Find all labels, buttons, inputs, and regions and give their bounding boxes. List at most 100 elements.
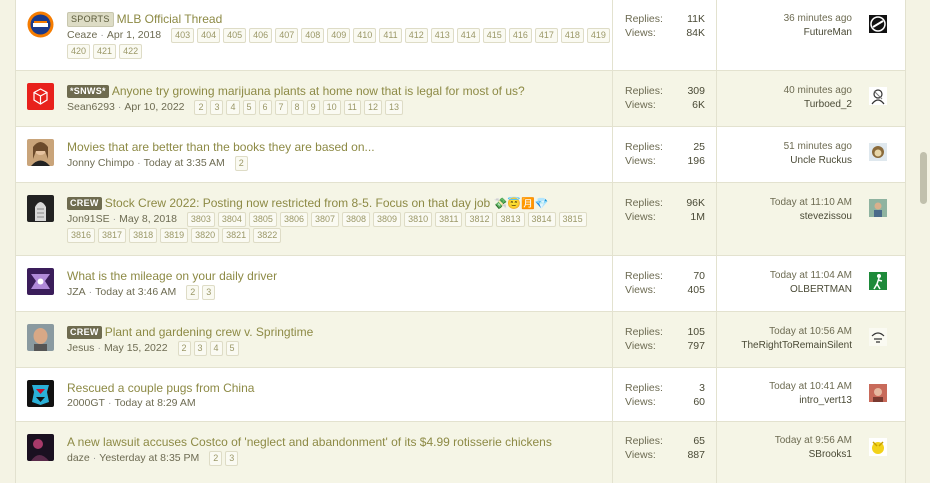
thread-date[interactable]: May 15, 2022 bbox=[104, 342, 168, 354]
page-link[interactable]: 4 bbox=[209, 341, 223, 356]
person-photo-icon[interactable] bbox=[869, 199, 887, 217]
yellow-bird-icon[interactable] bbox=[869, 438, 887, 456]
thread-date[interactable]: Yesterday at 8:35 PM bbox=[99, 452, 199, 464]
page-link[interactable]: 12 bbox=[363, 100, 382, 115]
page-link[interactable]: 10 bbox=[322, 100, 341, 115]
page-link[interactable]: 415 bbox=[482, 28, 506, 43]
thread-author[interactable]: JZA bbox=[67, 286, 86, 298]
page-link[interactable]: 3803 bbox=[186, 212, 215, 227]
last-post-time[interactable]: Today at 9:56 AM bbox=[731, 434, 852, 448]
page-link[interactable]: 3822 bbox=[253, 228, 282, 243]
page-link[interactable]: 3819 bbox=[160, 228, 189, 243]
dark-photo-icon[interactable] bbox=[27, 434, 54, 461]
page-link[interactable]: 3807 bbox=[310, 212, 339, 227]
page-link[interactable]: 3804 bbox=[217, 212, 246, 227]
thread-title[interactable]: MLB Official Thread bbox=[117, 12, 223, 26]
thread-prefix[interactable]: CREW bbox=[67, 197, 102, 210]
green-figure-icon[interactable] bbox=[869, 272, 887, 290]
page-link[interactable]: 2 bbox=[209, 451, 223, 466]
thread-date[interactable]: Apr 10, 2022 bbox=[124, 101, 184, 113]
thread-date[interactable]: Today at 3:46 AM bbox=[95, 286, 176, 298]
thread-title[interactable]: Plant and gardening crew v. Springtime bbox=[105, 325, 314, 339]
thread-title[interactable]: Anyone try growing marijuana plants at h… bbox=[112, 84, 525, 98]
page-link[interactable]: 406 bbox=[249, 28, 273, 43]
page-link[interactable]: 3 bbox=[225, 451, 239, 466]
page-link[interactable]: 5 bbox=[242, 100, 256, 115]
page-link[interactable]: 409 bbox=[327, 28, 351, 43]
thread-prefix[interactable]: SPORTS bbox=[67, 12, 114, 27]
last-post-user[interactable]: intro_vert13 bbox=[731, 394, 852, 408]
thread-title[interactable]: What is the mileage on your daily driver bbox=[67, 269, 277, 283]
thread-author[interactable]: Jesus bbox=[67, 342, 94, 354]
page-link[interactable]: 3 bbox=[193, 341, 207, 356]
page-link[interactable]: 3814 bbox=[527, 212, 556, 227]
page-link[interactable]: 3810 bbox=[404, 212, 433, 227]
thread-title[interactable]: Stock Crew 2022: Posting now restricted … bbox=[105, 196, 491, 210]
last-post-time[interactable]: 36 minutes ago bbox=[731, 12, 852, 26]
last-post-time[interactable]: Today at 11:04 AM bbox=[731, 269, 852, 283]
sketch-avatar-icon[interactable] bbox=[869, 328, 887, 346]
page-link[interactable]: 422 bbox=[119, 44, 143, 59]
man-photo-icon[interactable] bbox=[27, 324, 54, 351]
page-link[interactable]: 414 bbox=[456, 28, 480, 43]
last-post-user[interactable]: Turboed_2 bbox=[731, 98, 852, 112]
red-cube-icon[interactable] bbox=[27, 83, 54, 110]
page-link[interactable]: 2 bbox=[177, 341, 191, 356]
thread-prefix[interactable]: *SNWS* bbox=[67, 85, 109, 98]
statue-photo-icon[interactable] bbox=[27, 195, 54, 222]
last-post-user[interactable]: SBrooks1 bbox=[731, 448, 852, 462]
last-post-time[interactable]: Today at 11:10 AM bbox=[731, 196, 852, 210]
circle-logo-icon[interactable] bbox=[869, 15, 887, 33]
page-link[interactable]: 4 bbox=[226, 100, 240, 115]
transformer-logo-icon[interactable] bbox=[27, 380, 54, 407]
page-link[interactable]: 3812 bbox=[465, 212, 494, 227]
page-link[interactable]: 407 bbox=[275, 28, 299, 43]
last-post-time[interactable]: 51 minutes ago bbox=[731, 140, 852, 154]
page-link[interactable]: 2 bbox=[194, 100, 208, 115]
page-link[interactable]: 416 bbox=[508, 28, 532, 43]
page-link[interactable]: 7 bbox=[274, 100, 288, 115]
last-post-time[interactable]: 40 minutes ago bbox=[731, 84, 852, 98]
mets-logo-icon[interactable] bbox=[27, 11, 54, 38]
page-link[interactable]: 8 bbox=[290, 100, 304, 115]
thread-date[interactable]: Apr 1, 2018 bbox=[107, 29, 161, 41]
page-link[interactable]: 5 bbox=[225, 341, 239, 356]
scrollbar-track[interactable] bbox=[914, 0, 930, 483]
page-link[interactable]: 410 bbox=[353, 28, 377, 43]
thread-date[interactable]: Today at 8:29 AM bbox=[114, 397, 195, 409]
page-link[interactable]: 412 bbox=[404, 28, 428, 43]
thread-date[interactable]: Today at 3:35 AM bbox=[144, 157, 225, 169]
page-link[interactable]: 3808 bbox=[342, 212, 371, 227]
last-post-user[interactable]: TheRightToRemainSilent bbox=[731, 339, 852, 353]
page-link[interactable]: 6 bbox=[258, 100, 272, 115]
last-post-user[interactable]: Uncle Ruckus bbox=[731, 154, 852, 168]
page-link[interactable]: 403 bbox=[171, 28, 195, 43]
page-link[interactable]: 3818 bbox=[129, 228, 158, 243]
last-post-time[interactable]: Today at 10:41 AM bbox=[731, 380, 852, 394]
last-post-user[interactable]: FutureMan bbox=[731, 26, 852, 40]
thread-author[interactable]: Ceaze bbox=[67, 29, 97, 41]
page-link[interactable]: 404 bbox=[197, 28, 221, 43]
last-post-user[interactable]: stevezissou bbox=[731, 210, 852, 224]
person-photo-icon[interactable] bbox=[869, 384, 887, 402]
thread-title[interactable]: Rescued a couple pugs from China bbox=[67, 381, 254, 395]
thread-title[interactable]: Movies that are better than the books th… bbox=[67, 140, 375, 154]
thread-author[interactable]: daze bbox=[67, 452, 90, 464]
thread-prefix[interactable]: CREW bbox=[67, 326, 102, 339]
page-link[interactable]: 421 bbox=[93, 44, 117, 59]
last-post-user[interactable]: OLBERTMAN bbox=[731, 283, 852, 297]
page-link[interactable]: 417 bbox=[534, 28, 558, 43]
person-photo-icon[interactable] bbox=[27, 139, 54, 166]
thread-author[interactable]: 2000GT bbox=[67, 397, 105, 409]
page-link[interactable]: 3 bbox=[210, 100, 224, 115]
page-link[interactable]: 411 bbox=[379, 28, 402, 43]
thread-author[interactable]: Jon91SE bbox=[67, 213, 110, 225]
page-link[interactable]: 3815 bbox=[558, 212, 587, 227]
purple-logo-icon[interactable] bbox=[27, 268, 54, 295]
page-link[interactable]: 3816 bbox=[67, 228, 96, 243]
cartoon-face-icon[interactable] bbox=[869, 143, 887, 161]
page-link[interactable]: 405 bbox=[223, 28, 247, 43]
page-link[interactable]: 3813 bbox=[496, 212, 525, 227]
page-link[interactable]: 408 bbox=[301, 28, 325, 43]
page-link[interactable]: 2 bbox=[234, 156, 248, 171]
